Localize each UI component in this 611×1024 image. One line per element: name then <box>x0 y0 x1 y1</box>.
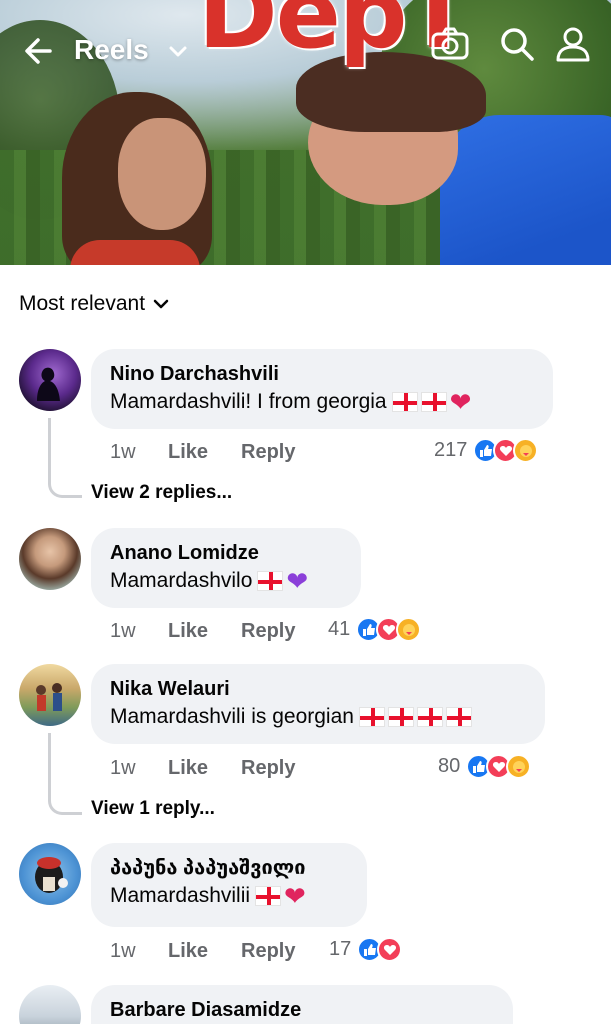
comment-time: 1w <box>110 757 136 779</box>
reaction-count: 80 <box>438 755 461 777</box>
comment-author[interactable]: პაპუნა პაპუაშვილი <box>110 855 348 881</box>
reaction-summary[interactable]: 217 <box>434 438 539 463</box>
comment-text-content: Mamardashvilo <box>110 569 253 592</box>
comment-bubble[interactable]: Nino Darchashvili Mamardashvili! I from … <box>91 349 553 429</box>
reply-button[interactable]: Reply <box>241 620 295 643</box>
comment-bubble[interactable]: Barbare Diasamidze <box>91 985 513 1024</box>
view-replies-link[interactable]: View 1 reply... <box>91 798 215 820</box>
view-replies-link[interactable]: View 2 replies... <box>91 482 232 504</box>
thread-line <box>48 418 82 498</box>
silhouette-icon <box>37 367 60 401</box>
like-button[interactable]: Like <box>168 620 241 643</box>
comment-author[interactable]: Nino Darchashvili <box>110 361 534 387</box>
georgia-flag-icon <box>358 707 385 727</box>
comment-text-content: Mamardashvilii <box>110 884 251 907</box>
avatar[interactable] <box>19 664 81 726</box>
avatar[interactable] <box>19 985 81 1024</box>
sort-label: Most relevant <box>19 292 146 315</box>
sort-dropdown[interactable]: Most relevant <box>19 290 171 318</box>
comment-time: 1w <box>110 620 136 642</box>
purple-heart-icon: ❤ <box>286 566 309 596</box>
thread-line <box>48 733 82 815</box>
profile-icon[interactable] <box>553 24 593 64</box>
georgia-flag-icon <box>387 707 414 727</box>
group-photo-icon <box>36 683 62 711</box>
georgia-flag-icon <box>420 392 447 412</box>
georgia-flag-icon <box>257 571 284 591</box>
care-reaction-icon <box>506 754 532 779</box>
reaction-count: 217 <box>434 439 468 461</box>
reaction-summary[interactable]: 17 <box>329 937 403 962</box>
like-button[interactable]: Like <box>168 441 241 464</box>
georgia-flag-icons <box>356 707 472 727</box>
reaction-count: 17 <box>329 938 352 960</box>
comment-actions: 1w Like Reply <box>110 620 295 643</box>
comment-text: Mamardashvili! I from georgia ❤ <box>110 387 534 417</box>
like-button[interactable]: Like <box>168 757 241 780</box>
comment-bubble[interactable]: Anano Lomidze Mamardashvilo ❤ <box>91 528 361 608</box>
video-woman-face <box>118 118 206 230</box>
care-reaction-icon <box>396 617 422 642</box>
comment-text-content: Mamardashvili! I from georgia <box>110 390 387 413</box>
comment-author[interactable]: Barbare Diasamidze <box>110 997 494 1023</box>
georgia-flag-icons <box>254 571 284 591</box>
cartoon-character-icon <box>35 857 68 893</box>
comment-author[interactable]: Nika Welauri <box>110 676 526 702</box>
reply-button[interactable]: Reply <box>241 940 295 963</box>
comment-text: Mamardashvilo ❤ <box>110 566 342 596</box>
care-reaction-icon <box>513 438 539 463</box>
search-icon[interactable] <box>497 24 537 64</box>
comment-bubble[interactable]: Nika Welauri Mamardashvili is georgian <box>91 664 545 744</box>
reaction-summary[interactable]: 80 <box>438 754 532 779</box>
georgia-flag-icon <box>255 886 282 906</box>
video-man-shirt <box>440 115 611 265</box>
comment-time: 1w <box>110 441 136 463</box>
georgia-flag-icons <box>389 392 447 412</box>
comment-author[interactable]: Anano Lomidze <box>110 540 342 566</box>
georgia-flag-icon <box>445 707 472 727</box>
georgia-flag-icon <box>391 392 418 412</box>
comment-actions: 1w Like Reply <box>110 757 295 780</box>
georgia-flag-icons <box>252 886 282 906</box>
back-arrow-icon[interactable] <box>20 32 58 70</box>
comment-actions: 1w Like Reply <box>110 940 295 963</box>
like-button[interactable]: Like <box>168 940 241 963</box>
red-heart-icon: ❤ <box>449 387 472 417</box>
reply-button[interactable]: Reply <box>241 441 295 464</box>
avatar[interactable] <box>19 349 81 411</box>
comment-text: Mamardashvilii ❤ <box>110 881 348 911</box>
video-woman-shirt <box>70 240 200 265</box>
avatar[interactable] <box>19 843 81 905</box>
comment-text: Mamardashvili is georgian <box>110 702 526 732</box>
reaction-count: 41 <box>328 618 351 640</box>
reaction-summary[interactable]: 41 <box>328 617 422 642</box>
camera-icon[interactable] <box>430 24 470 64</box>
chevron-down-icon <box>153 299 169 309</box>
reply-button[interactable]: Reply <box>241 757 295 780</box>
page-title[interactable]: Reels <box>74 34 149 66</box>
reel-video-preview[interactable]: DepT Reels <box>0 0 611 265</box>
top-bar: Reels <box>0 20 611 80</box>
love-reaction-icon <box>377 937 403 962</box>
georgia-flag-icon <box>416 707 443 727</box>
comment-actions: 1w Like Reply <box>110 441 295 464</box>
red-heart-icon: ❤ <box>284 881 306 911</box>
comment-time: 1w <box>110 940 136 962</box>
avatar[interactable] <box>19 528 81 590</box>
comment-bubble[interactable]: პაპუნა პაპუაშვილი Mamardashvilii ❤ <box>91 843 367 927</box>
comment-text-content: Mamardashvili is georgian <box>110 705 354 728</box>
chevron-down-icon[interactable] <box>166 40 190 64</box>
